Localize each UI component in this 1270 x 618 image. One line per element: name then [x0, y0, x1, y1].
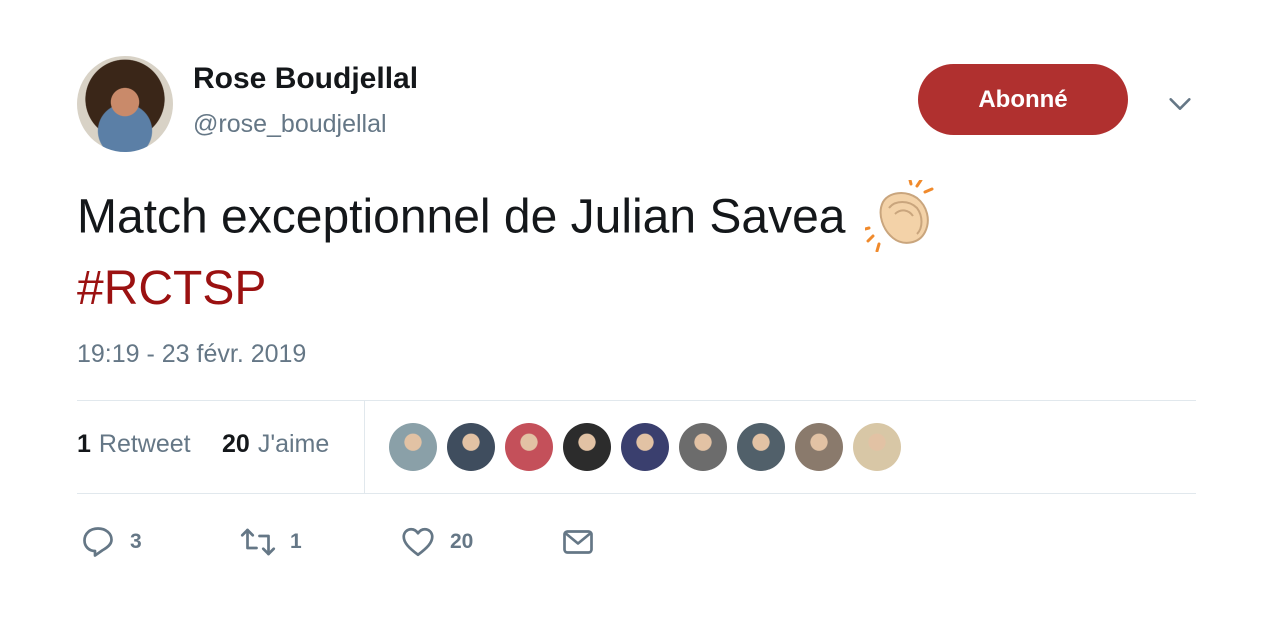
like-stat-count: 20 [222, 430, 250, 458]
liker-avatar[interactable] [679, 423, 727, 471]
divider [364, 401, 365, 493]
liker-avatar[interactable] [621, 423, 669, 471]
liker-avatar[interactable] [737, 423, 785, 471]
divider [77, 493, 1196, 494]
like-stat[interactable]: 20 J'aime [222, 430, 329, 459]
like-button[interactable]: 20 [400, 524, 473, 560]
likers-avatars [389, 423, 901, 471]
chevron-down-icon[interactable] [1166, 90, 1194, 118]
heart-icon [402, 527, 434, 557]
reply-button[interactable]: 3 [80, 524, 142, 560]
clapping-hands-icon [864, 180, 934, 252]
retweet-stat-label: Retweet [98, 430, 191, 458]
tweet-body: Match exceptionnel de Julian Savea [77, 190, 846, 244]
divider [77, 400, 1196, 401]
direct-message-button[interactable] [560, 524, 596, 560]
envelope-icon [563, 530, 593, 554]
retweet-stat-count: 1 [77, 430, 91, 458]
tweet-timestamp[interactable]: 19:19 - 23 févr. 2019 [77, 340, 306, 369]
liker-avatar[interactable] [853, 423, 901, 471]
like-stat-label: J'aime [257, 430, 330, 458]
liker-avatar[interactable] [505, 423, 553, 471]
retweet-count: 1 [290, 530, 302, 553]
reply-count: 3 [130, 530, 142, 553]
retweet-stat[interactable]: 1 Retweet [77, 430, 191, 459]
like-count: 20 [450, 530, 474, 553]
liker-avatar[interactable] [389, 423, 437, 471]
user-avatar[interactable] [77, 56, 173, 152]
tweet-text: Match exceptionnel de Julian Savea #RCTS… [77, 180, 937, 322]
following-button[interactable]: Abonné [918, 64, 1128, 135]
user-handle[interactable]: @rose_boudjellal [193, 110, 387, 139]
liker-avatar[interactable] [447, 423, 495, 471]
retweet-button[interactable]: 1 [240, 524, 302, 560]
retweet-icon [240, 528, 276, 556]
liker-avatar[interactable] [563, 423, 611, 471]
user-name[interactable]: Rose Boudjellal [193, 62, 418, 96]
liker-avatar[interactable] [795, 423, 843, 471]
hashtag-link[interactable]: #RCTSP [77, 256, 937, 322]
reply-icon [83, 527, 113, 557]
